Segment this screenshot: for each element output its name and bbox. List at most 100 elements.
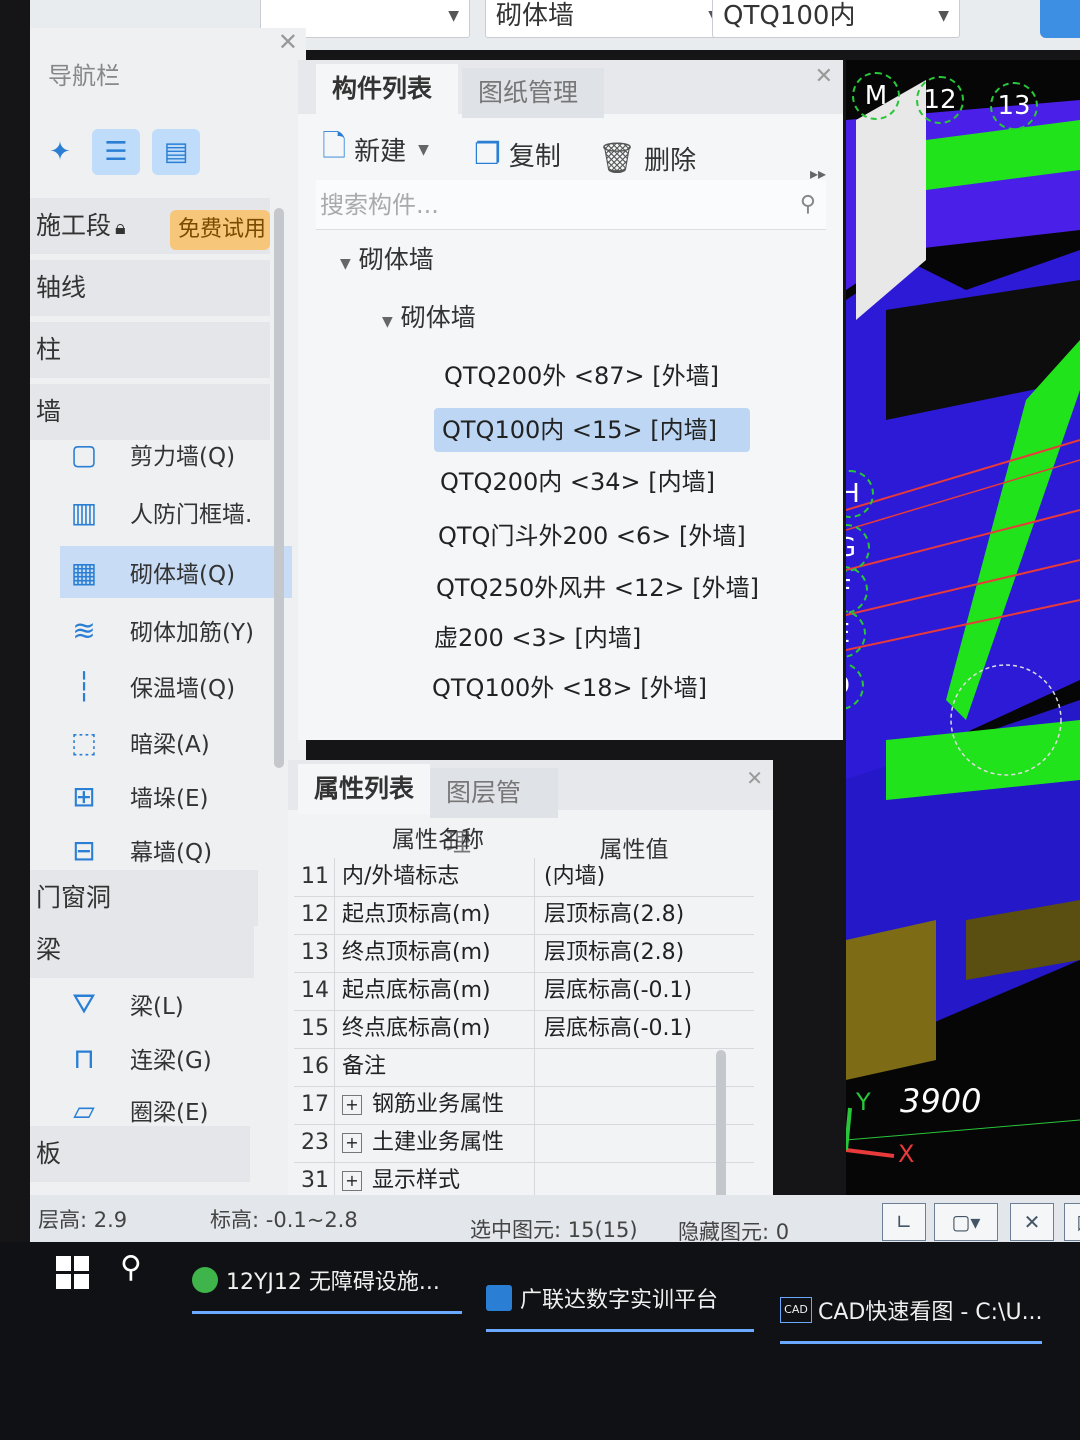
expand-icon[interactable]: +	[342, 1171, 362, 1191]
corner-snap-icon[interactable]: ∟	[882, 1203, 926, 1241]
axis-label: M	[852, 72, 900, 120]
property-row-expandable[interactable]: 23 + 土建业务属性	[294, 1124, 754, 1163]
tab-drawing-management[interactable]: 图纸管理	[462, 68, 604, 118]
nav-item-coupling-beam[interactable]: ⊓ 连梁(G)	[60, 1032, 292, 1084]
taskbar: ⚲ 12YJ12 无障碍设施... 广联达数字实训平台 CAD CAD快速看图 …	[0, 1242, 1080, 1440]
hidden-beam-icon: ⬚	[70, 725, 98, 759]
close-icon[interactable]: ✕	[746, 766, 763, 790]
caret-down-icon: ▼	[382, 314, 393, 330]
cross-select-icon[interactable]: ✕	[1010, 1203, 1054, 1241]
close-icon[interactable]: ✕	[278, 28, 298, 56]
trash-icon: 🗑︎	[598, 141, 637, 176]
nav-category-beam[interactable]: 梁	[30, 922, 254, 978]
nav-category-opening[interactable]: 门窗洞	[30, 870, 258, 926]
sparkle-icon[interactable]: ✦	[36, 129, 84, 175]
masonry-rebar-icon: ≋	[72, 613, 96, 647]
properties-scrollbar[interactable]	[716, 1050, 726, 1200]
search-input[interactable]: 搜索构件... ⚲	[316, 180, 826, 230]
search-icon[interactable]: ⚲	[800, 180, 816, 230]
component-item[interactable]: QTQ100外 <18> [外墙]	[424, 666, 727, 710]
component-item[interactable]: QTQ250外风井 <12> [外墙]	[428, 566, 779, 610]
trial-badge[interactable]: 免费试用	[170, 210, 270, 250]
selection-box-icon[interactable]: ▢▾	[934, 1203, 998, 1241]
component-name-value: QTQ100内	[723, 1, 856, 31]
component-item[interactable]: QTQ200外 <87> [外墙]	[436, 354, 739, 398]
copy-button[interactable]: ❐ 复制	[474, 136, 561, 173]
nav-item-masonry-wall[interactable]: ▦ 砌体墙(Q)	[60, 546, 292, 598]
properties-panel: 属性列表 图层管理 ✕ 属性名称 属性值 11 内/外墙标志 (内墙) 12 起点顶标…	[288, 760, 773, 1210]
elevation: 标高: -0.1~2.8	[210, 1208, 358, 1232]
component-list-panel: 构件列表 图纸管理 ✕ 🗋︎ 新建 ▼ ❐ 复制 🗑︎ 删除 ▸▸ 搜索构件... ⚲ …	[298, 60, 843, 740]
search-icon[interactable]: ⚲	[120, 1250, 142, 1285]
tab-component-list[interactable]: 构件列表	[316, 64, 458, 114]
nav-toolbar: ✦ ☰ ▤	[30, 123, 306, 185]
nav-item-hidden-beam[interactable]: ⬚ 暗梁(A)	[60, 716, 292, 768]
property-row-expandable[interactable]: 17 + 钢筋业务属性	[294, 1086, 754, 1125]
tool-icon[interactable]: ◸	[1064, 1203, 1080, 1241]
properties-tabs: 属性列表 图层管理 ✕	[288, 760, 773, 857]
wall-pier-icon: ⊞	[72, 779, 96, 813]
axis-label: 13	[990, 82, 1038, 130]
nav-item-civil-defense-wall[interactable]: ▥ 人防门框墙.	[60, 486, 292, 538]
3d-model-view[interactable]: M 12 13 H G F E D 14 3900 X Y 16	[846, 60, 1080, 1230]
component-type-combo[interactable]: 砌体墙▼	[485, 0, 730, 38]
action-button[interactable]	[1040, 0, 1080, 38]
nav-category-stage[interactable]: 施工段 🔒︎ 免费试用	[30, 198, 270, 254]
taskbar-app-glodon[interactable]: 广联达数字实训平台	[486, 1278, 754, 1332]
active-underline	[486, 1329, 754, 1332]
pen-icon	[486, 1285, 512, 1311]
beam-icon: ⛛	[72, 987, 96, 1020]
tree-child[interactable]: ▼ 砌体墙	[382, 298, 476, 334]
model-render	[846, 60, 1080, 1230]
component-name-combo[interactable]: QTQ100内 ▼	[712, 0, 960, 38]
nav-item-curtain-wall[interactable]: ⊟ 幕墙(Q)	[60, 824, 292, 876]
status-bar: 层高: 2.9 标高: -0.1~2.8 选中图元: 15(15) 隐藏图元: …	[30, 1195, 1080, 1245]
property-row[interactable]: 15 终点底标高(m) 层底标高(-0.1)	[294, 1010, 754, 1049]
delete-button[interactable]: 🗑︎ 删除	[598, 140, 696, 177]
nav-item-beam[interactable]: ⛛ 梁(L)	[60, 978, 292, 1030]
component-tabs: 构件列表 图纸管理 ✕	[298, 60, 843, 118]
list-view-icon[interactable]: ☰	[92, 129, 140, 175]
taskbar-app-browser[interactable]: 12YJ12 无障碍设施...	[192, 1260, 462, 1314]
property-row[interactable]: 16 备注	[294, 1048, 754, 1087]
shear-wall-icon: ▢	[70, 437, 98, 471]
dimension-label: 3900	[900, 1082, 982, 1120]
component-item[interactable]: 虚200 <3> [内墙]	[426, 616, 661, 660]
nav-category-axis[interactable]: 轴线	[30, 260, 270, 316]
component-item[interactable]: QTQ门斗外200 <6> [外墙]	[430, 514, 766, 558]
property-row[interactable]: 14 起点底标高(m) 层底标高(-0.1)	[294, 972, 754, 1011]
expand-icon[interactable]: +	[342, 1133, 362, 1153]
taskbar-app-cad[interactable]: CAD CAD快速看图 - C:\U...	[780, 1290, 1043, 1344]
windows-start-icon[interactable]	[56, 1256, 90, 1290]
active-underline	[780, 1341, 1042, 1344]
new-button[interactable]: 🗋︎ 新建 ▼	[322, 124, 429, 175]
caret-down-icon: ▼	[340, 256, 351, 272]
nav-category-slab[interactable]: 板	[30, 1126, 250, 1182]
property-row[interactable]: 12 起点顶标高(m) 层顶标高(2.8)	[294, 896, 754, 935]
component-item-selected[interactable]: QTQ100内 <15> [内墙]	[434, 408, 750, 452]
lock-icon: 🔒︎	[115, 215, 126, 239]
active-underline	[192, 1311, 462, 1314]
nav-item-wall-pier[interactable]: ⊞ 墙垛(E)	[60, 770, 292, 822]
tab-property-list[interactable]: 属性列表	[298, 764, 430, 814]
nav-category-column[interactable]: 柱	[30, 322, 270, 378]
insulation-wall-icon: ┆	[75, 669, 93, 703]
nav-item-shear-wall[interactable]: ▢ 剪力墙(Q)	[60, 428, 292, 480]
nav-item-masonry-rebar[interactable]: ≋ 砌体加筋(Y)	[60, 604, 292, 656]
nav-scrollbar[interactable]	[274, 208, 284, 768]
property-row[interactable]: 13 终点顶标高(m) 层顶标高(2.8)	[294, 934, 754, 973]
component-item[interactable]: QTQ200内 <34> [内墙]	[432, 460, 735, 504]
cad-icon: CAD	[780, 1297, 812, 1323]
close-icon[interactable]: ✕	[815, 64, 833, 89]
axis-x-label: X	[898, 1140, 915, 1168]
tree-root[interactable]: ▼ 砌体墙	[340, 240, 434, 276]
axis-y-label: Y	[856, 1088, 871, 1116]
expand-icon[interactable]: +	[342, 1095, 362, 1115]
nav-item-insulation-wall[interactable]: ┆ 保温墙(Q)	[60, 660, 292, 712]
property-row[interactable]: 11 内/外墙标志 (内墙)	[294, 858, 754, 897]
tab-layer-management[interactable]: 图层管理	[430, 768, 558, 857]
chevron-down-icon: ▼	[418, 141, 429, 158]
civil-defense-wall-icon: ▥	[70, 495, 98, 529]
detail-view-icon[interactable]: ▤	[152, 129, 200, 175]
masonry-wall-icon: ▦	[70, 555, 98, 589]
